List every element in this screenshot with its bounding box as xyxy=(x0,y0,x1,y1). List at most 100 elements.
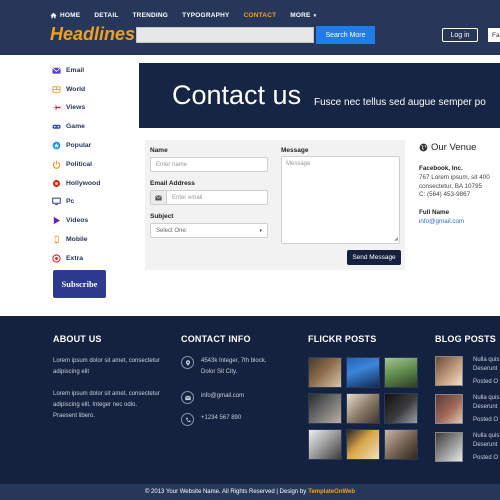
subject-label: Subject xyxy=(150,213,174,220)
search-input[interactable] xyxy=(136,27,314,43)
about-paragraph-2: Lorem ipsum dolor sit amet, consectetur … xyxy=(53,389,160,422)
flickr-thumb[interactable] xyxy=(384,429,418,460)
nav-typography[interactable]: TYPOGRAPHY xyxy=(182,12,230,19)
flickr-thumb[interactable] xyxy=(308,393,342,424)
flickr-thumb[interactable] xyxy=(308,357,342,388)
blog-post-item[interactable]: Nulla quis Deserunt Posted O xyxy=(435,432,500,464)
sidebar-item-label: Pc xyxy=(66,198,75,206)
blog-title: Nulla quis xyxy=(473,433,500,439)
contact-address-row: 4543k Integer, 7th block, Dolor Sit City… xyxy=(181,356,266,378)
contact-banner: Contact us Fusce nec tellus sed augue se… xyxy=(139,63,500,128)
message-textarea[interactable]: Message ◢ xyxy=(281,156,400,244)
flickr-thumb[interactable] xyxy=(346,357,380,388)
sidebar-item-videos[interactable]: Videos xyxy=(52,211,132,230)
envelope-icon xyxy=(52,66,61,75)
sidebar-item-popular[interactable]: Popular xyxy=(52,136,132,155)
flickr-thumb[interactable] xyxy=(346,393,380,424)
sidebar-item-label: Views xyxy=(66,104,86,112)
nav-detail-label: DETAIL xyxy=(94,12,119,19)
nav-trending[interactable]: TRENDING xyxy=(133,12,169,19)
sidebar-item-label: Hollywood xyxy=(66,179,101,187)
monitor-icon xyxy=(52,197,61,206)
sidebar-item-email[interactable]: Email xyxy=(52,61,132,80)
nav-typography-label: TYPOGRAPHY xyxy=(182,12,230,19)
sidebar-item-label: Videos xyxy=(66,217,89,225)
venue-address-line2: consectetur, BA 10795 xyxy=(419,182,483,190)
about-line: Praesent libero. xyxy=(53,413,96,419)
about-line: adipiscing elit xyxy=(53,369,90,375)
contact-info-heading: CONTACT INFO xyxy=(181,334,251,344)
contact-address-line2: Dolor Sit City. xyxy=(201,369,238,375)
send-message-button[interactable]: Send Message xyxy=(347,250,401,265)
subject-selected-value: Select One: xyxy=(156,227,188,234)
select-arrow-icon: ▾ xyxy=(259,227,262,234)
message-placeholder: Message xyxy=(286,161,311,167)
designer-link[interactable]: TemplateOnWeb xyxy=(308,489,355,495)
nav-contact-label: CONTACT xyxy=(243,12,277,19)
nav-detail[interactable]: DETAIL xyxy=(94,12,118,19)
site-logo[interactable]: Headlines! xyxy=(50,24,141,45)
blog-post-item[interactable]: Nulla quis Deserunt Posted O xyxy=(435,356,500,388)
login-button[interactable]: Log in xyxy=(442,28,478,42)
location-pin-icon xyxy=(181,356,194,369)
nav-trending-label: TRENDING xyxy=(132,12,169,19)
venue-address-line1: 767 Lorem ipsum, sit 400 xyxy=(419,174,490,181)
sidebar-item-label: Political xyxy=(66,160,93,168)
play-icon xyxy=(52,216,61,225)
sidebar-item-views[interactable]: Views xyxy=(52,99,132,118)
sidebar-item-label: Popular xyxy=(66,142,92,150)
sidebar-item-political[interactable]: Political xyxy=(52,155,132,174)
contact-email-row: info@gmail.com xyxy=(181,391,244,404)
blog-meta: Posted O xyxy=(473,455,499,461)
sidebar-item-world[interactable]: World xyxy=(52,80,132,99)
message-label: Message xyxy=(281,147,309,154)
mobile-icon xyxy=(52,235,61,244)
flickr-thumb[interactable] xyxy=(384,393,418,424)
blog-meta: Posted O xyxy=(473,417,499,423)
venue-company: Facebook, Inc. xyxy=(419,165,463,172)
circle-plus-icon xyxy=(52,254,61,263)
venue-email-link[interactable]: info@gmail.com xyxy=(419,218,464,227)
flickr-thumb[interactable] xyxy=(346,429,380,460)
sidebar-item-label: Game xyxy=(66,123,85,131)
popular-icon xyxy=(52,141,61,150)
nav-contact[interactable]: CONTACT xyxy=(244,12,277,19)
top-navigation: HOME DETAIL TRENDING TYPOGRAPHY CONTACT … xyxy=(50,12,316,19)
blog-title: Nulla quis xyxy=(473,357,500,363)
nav-more[interactable]: MORE ▾ xyxy=(290,12,316,19)
sidebar-item-mobile[interactable]: Mobile xyxy=(52,230,132,249)
sidebar-item-game[interactable]: Game xyxy=(52,117,132,136)
sidebar-item-extra[interactable]: Extra xyxy=(52,249,132,268)
nav-more-label: MORE xyxy=(290,12,311,19)
about-heading: ABOUT US xyxy=(53,334,102,344)
resize-handle-icon[interactable]: ◢ xyxy=(394,236,398,242)
sidebar-item-pc[interactable]: Pc xyxy=(52,193,132,212)
sidebar-item-hollywood[interactable]: Hollywood xyxy=(52,174,132,193)
blog-excerpt: Deserunt xyxy=(473,366,498,372)
home-icon xyxy=(50,12,57,19)
flickr-heading: FLICKR POSTS xyxy=(308,334,377,344)
blog-excerpt: Deserunt xyxy=(473,442,498,448)
contact-email[interactable]: info@gmail.com xyxy=(201,391,244,402)
search-more-button[interactable]: Search More xyxy=(316,26,375,44)
email-label: Email Address xyxy=(150,180,195,187)
world-icon xyxy=(52,85,61,94)
facebook-button[interactable]: Fa xyxy=(488,28,500,42)
subscribe-button[interactable]: Subscribe xyxy=(53,270,106,298)
copyright-text: © 2013 Your Website Name. All Rights Res… xyxy=(144,489,307,495)
page-title: Contact us xyxy=(172,80,302,110)
nav-home-label: HOME xyxy=(60,12,81,19)
email-field[interactable]: Enter email xyxy=(167,191,267,204)
flickr-thumb[interactable] xyxy=(308,429,342,460)
flickr-thumb[interactable] xyxy=(384,357,418,388)
nav-home[interactable]: HOME xyxy=(50,12,80,19)
about-line: adipiscing elit. Integer nec odio. xyxy=(53,402,138,408)
subject-select[interactable]: Select One: ▾ xyxy=(150,223,268,238)
sidebar-item-label: Mobile xyxy=(66,236,88,244)
blog-post-item[interactable]: Nulla quis Deserunt Posted O xyxy=(435,394,500,426)
name-field[interactable]: Enter name xyxy=(150,157,268,172)
blog-meta: Posted O xyxy=(473,379,499,385)
sidebar-item-label: World xyxy=(66,85,86,93)
airplane-icon xyxy=(52,103,61,112)
email-input-group: Enter email xyxy=(150,190,268,205)
